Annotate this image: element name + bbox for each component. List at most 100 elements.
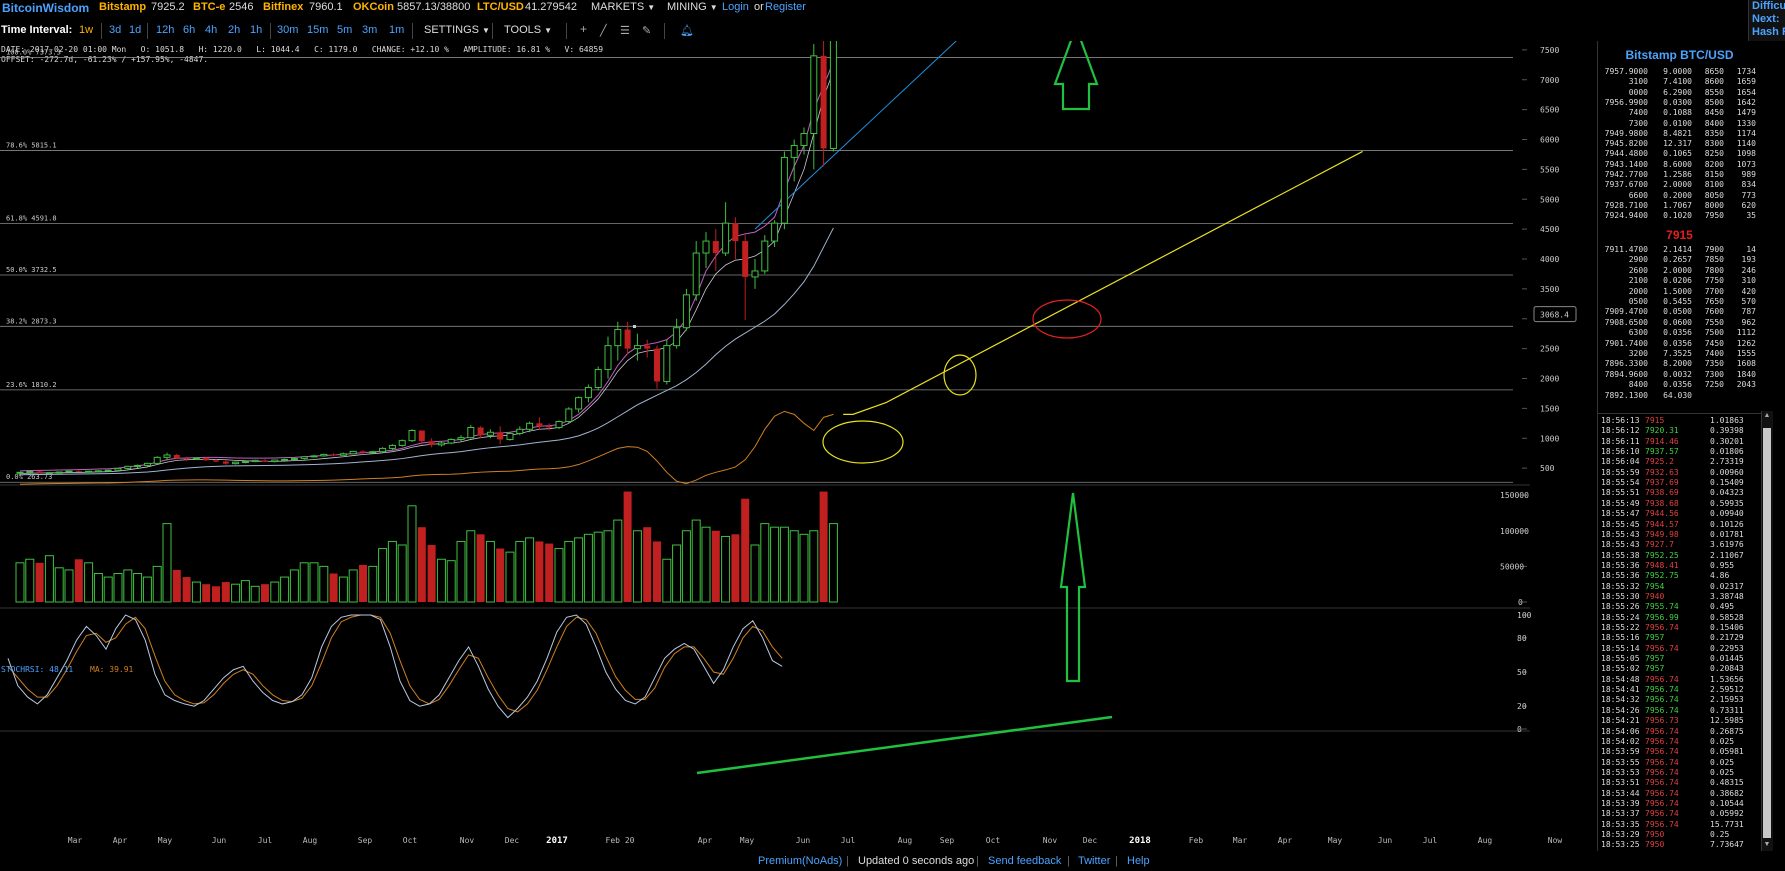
candle-body [447, 438, 455, 444]
orderbook-cell: 7945.8200 [1604, 139, 1648, 149]
orderbook-title[interactable]: Bitstamp BTC/USD [1598, 48, 1761, 62]
interval-1m[interactable]: 1m [389, 24, 404, 36]
orderbook-cell: 989 [1741, 170, 1756, 179]
crosshair-icon[interactable]: + [580, 22, 587, 36]
trade-row: 18:53:25 7950 7.73647 [1598, 840, 1748, 850]
candle [761, 235, 769, 274]
candle-body [241, 461, 249, 464]
mining-menu[interactable]: MINING ▼ [667, 1, 718, 13]
x-axis-label: 2017 [546, 836, 568, 846]
candle [428, 438, 435, 448]
x-axis-label: Mar [68, 836, 83, 845]
trade-time: 18:55:14 [1601, 643, 1640, 653]
bid-row: 7901.7400 0.0356 7450 1262 [1598, 339, 1761, 349]
x-axis-label: Sep [940, 836, 955, 845]
trade-row: 18:55:16 7957 0.21729 [1598, 633, 1748, 643]
volume-bar [319, 565, 329, 603]
candle [692, 241, 700, 301]
pencil-icon[interactable]: ✎ [642, 24, 651, 37]
orderbook-cell: 1174 [1736, 128, 1756, 138]
help-link[interactable]: Help [1127, 855, 1150, 867]
candle-body [732, 223, 739, 242]
market-ltcusd[interactable]: LTC/USD [477, 1, 524, 13]
toolbar-divider [492, 23, 493, 39]
fibonacci-icon[interactable]: ☰ [620, 24, 630, 37]
interval-1w[interactable]: 1w [79, 24, 93, 36]
x-axis-label: Jul [258, 836, 273, 845]
interval-15m[interactable]: 15m [307, 24, 328, 36]
price-tick-label: 7500 [1540, 46, 1559, 55]
trade-row: 18:55:54 7937.69 0.15409 [1598, 478, 1748, 488]
interval-12h[interactable]: 12h [156, 24, 174, 36]
register-link[interactable]: Register [765, 1, 806, 13]
orderbook-cell: 7908.6500 [1604, 317, 1648, 327]
scroll-up-icon[interactable]: ▲ [1763, 412, 1771, 419]
interval-2h[interactable]: 2h [228, 24, 240, 36]
markets-menu[interactable]: MARKETS ▼ [591, 1, 655, 13]
twitter-link[interactable]: Twitter [1078, 855, 1110, 867]
trades-scroll-thumb[interactable] [1763, 428, 1771, 838]
orderbook-cell: 1262 [1736, 338, 1756, 348]
tools-menu[interactable]: TOOLS ▼ [504, 24, 552, 36]
trade-time: 18:53:25 [1601, 840, 1640, 850]
trade-row: 18:53:53 7956.74 0.025 [1598, 768, 1748, 778]
candle-body [290, 458, 298, 461]
volume-bar [133, 573, 143, 603]
volume-bar [378, 548, 388, 603]
candle [398, 439, 406, 447]
volume-bar [574, 537, 584, 603]
candle-body [457, 437, 465, 440]
trade-row: 18:54:41 7956.74 2.59512 [1598, 685, 1748, 695]
trade-amount: 0.025 [1710, 757, 1735, 767]
x-axis-label: Jun [212, 836, 227, 845]
volume-bar [681, 530, 691, 603]
orderbook-cell: 0.0500 [1663, 307, 1692, 317]
orderbook-cell: 3100 [1628, 77, 1648, 87]
fast-ma-line [19, 70, 834, 474]
market-okcoin[interactable]: OKCoin [353, 1, 394, 13]
volume-bar [799, 533, 809, 603]
scroll-down-icon[interactable]: ▼ [1763, 841, 1771, 848]
market-bitstamp[interactable]: Bitstamp [99, 1, 146, 13]
interval-3d[interactable]: 3d [109, 24, 121, 36]
interval-1d[interactable]: 1d [129, 24, 141, 36]
difficulty-panel: Difficu Next: Hash R [1748, 0, 1785, 41]
premium-link[interactable]: Premium(NoAds) [758, 855, 842, 867]
x-axis-label: Aug [1478, 836, 1493, 845]
trade-amount: 0.26875 [1710, 726, 1744, 736]
settings-menu[interactable]: SETTINGS ▼ [424, 24, 490, 36]
volume-bar [368, 565, 378, 603]
interval-6h[interactable]: 6h [183, 24, 195, 36]
price-tick-label: 1500 [1540, 404, 1559, 413]
trade-price: 7956.74 [1645, 643, 1679, 653]
interval-1h[interactable]: 1h [250, 24, 262, 36]
volume-bar [240, 580, 250, 603]
candle-body [654, 348, 660, 382]
volume-bar [583, 533, 593, 603]
feedback-link[interactable]: Send feedback [988, 855, 1061, 867]
orderbook-cell: 8450 [1704, 108, 1724, 118]
price-chart[interactable]: 100.0% 7373.3 78.6% 5815.1 61.8% 4591.8 50.… [0, 41, 1597, 851]
interval-30m[interactable]: 30m [277, 24, 298, 36]
market-bitfinex[interactable]: Bitfinex [263, 1, 303, 13]
volume-bar [309, 562, 319, 603]
interval-4h[interactable]: 4h [205, 24, 217, 36]
volume-bar [623, 491, 632, 602]
ask-row: 7300 0.0100 8400 1330 [1598, 119, 1761, 129]
candle-body [742, 241, 749, 277]
candle-body [673, 327, 681, 347]
market-btce[interactable]: BTC-e [193, 1, 225, 13]
site-logo[interactable]: BitcoinWisdom [2, 1, 89, 15]
slow-ma-line [19, 227, 834, 476]
stochrsi-ma-label: MA: 39.91 [90, 665, 134, 674]
orderbook-cell: 7850 [1704, 255, 1724, 265]
interval-3m[interactable]: 3m [362, 24, 377, 36]
candle-body [262, 460, 268, 462]
login-link[interactable]: Login [722, 1, 749, 13]
market-btce-price: 2546 [229, 1, 254, 13]
interval-5m[interactable]: 5m [337, 24, 352, 36]
candle [604, 336, 612, 379]
orderbook-cell: 2000 [1628, 286, 1648, 296]
bell-icon[interactable]: 🔔︎ [680, 24, 694, 37]
line-icon[interactable]: ╱ [600, 24, 607, 37]
